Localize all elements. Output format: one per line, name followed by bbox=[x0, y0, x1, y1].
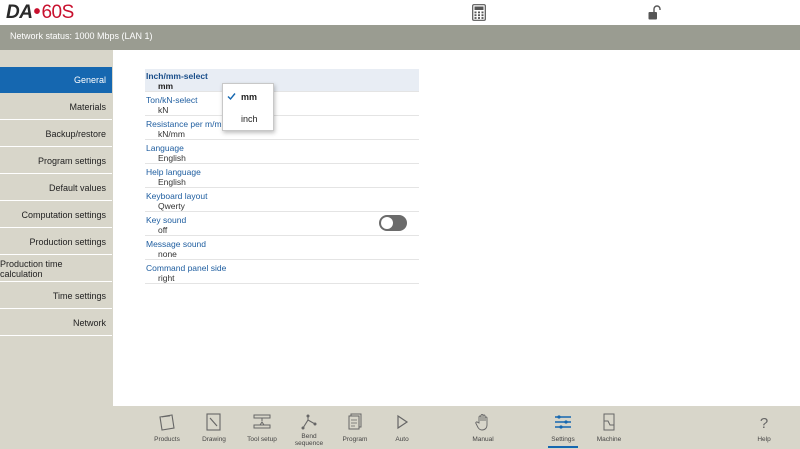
setting-resistance[interactable]: Resistance per m/mm kN/mm bbox=[145, 117, 419, 140]
nav-settings[interactable]: Settings bbox=[544, 406, 582, 449]
setting-value: English bbox=[158, 177, 186, 187]
sidebar-item-computation-settings[interactable]: Computation settings bbox=[0, 202, 112, 228]
nav-label: Settings bbox=[551, 436, 575, 443]
nav-products[interactable]: Products bbox=[147, 406, 187, 449]
sidebar-item-backup-restore[interactable]: Backup/restore bbox=[0, 121, 112, 147]
setting-label: Command panel side bbox=[146, 263, 227, 273]
nav-label: Auto bbox=[395, 436, 409, 443]
bend-sequence-icon bbox=[301, 414, 317, 430]
checkmark-icon bbox=[227, 93, 236, 101]
sidebar-item-time-settings[interactable]: Time settings bbox=[0, 283, 112, 309]
setting-message-sound[interactable]: Message sound none bbox=[145, 237, 419, 260]
unlock-icon[interactable] bbox=[648, 5, 661, 20]
setting-label: Resistance per m/mm bbox=[146, 119, 229, 129]
nav-machine[interactable]: Machine bbox=[592, 406, 626, 449]
setting-help-language[interactable]: Help language English bbox=[145, 165, 419, 188]
setting-value: mm bbox=[158, 81, 174, 91]
setting-key-sound[interactable]: Key sound off bbox=[145, 213, 419, 236]
setting-keyboard-layout[interactable]: Keyboard layout Qwerty bbox=[145, 189, 419, 212]
sidebar-item-materials[interactable]: Materials bbox=[0, 94, 112, 120]
settings-list-icon bbox=[555, 415, 571, 429]
nav-label: Drawing bbox=[202, 436, 226, 443]
nav-label-line2: sequence bbox=[294, 440, 324, 447]
setting-label: Message sound bbox=[146, 239, 207, 249]
setting-label: Key sound bbox=[146, 215, 187, 225]
sidebar-item-general[interactable]: General bbox=[0, 67, 112, 93]
setting-ton-kn[interactable]: Ton/kN-select kN bbox=[145, 93, 419, 116]
nav-program[interactable]: Program bbox=[337, 406, 373, 449]
app-window: DA • 60S Network status: 1000 Mbps (LAN … bbox=[0, 0, 800, 449]
setting-label: Language bbox=[146, 143, 184, 153]
nav-drawing[interactable]: Drawing bbox=[197, 406, 231, 449]
hand-icon bbox=[475, 414, 488, 431]
nav-bend-sequence[interactable]: Bend sequence bbox=[290, 406, 328, 449]
logo-dot: • bbox=[33, 1, 41, 23]
setting-value: English bbox=[158, 153, 186, 163]
setting-value: right bbox=[158, 273, 175, 283]
nav-help[interactable]: ? Help bbox=[750, 406, 778, 449]
dropdown-option-label: mm bbox=[241, 92, 258, 102]
nav-label: Program bbox=[342, 436, 368, 443]
setting-label: Help language bbox=[146, 167, 201, 177]
setting-command-panel-side[interactable]: Command panel side right bbox=[145, 261, 419, 284]
sidebar-item-default-values[interactable]: Default values bbox=[0, 175, 112, 201]
sidebar-item-production-settings[interactable]: Production settings bbox=[0, 229, 112, 255]
nav-label-line1: Bend bbox=[301, 433, 317, 440]
setting-value: off bbox=[158, 225, 168, 235]
nav-auto[interactable]: Auto bbox=[388, 406, 416, 449]
drawing-icon bbox=[206, 413, 221, 431]
program-icon bbox=[348, 413, 362, 430]
toggle-knob bbox=[381, 217, 393, 229]
nav-label: Manual bbox=[472, 436, 494, 443]
logo-brand: DA bbox=[6, 2, 33, 23]
sidebar-item-production-time-calculation[interactable]: Production time calculation bbox=[0, 256, 112, 282]
setting-label: Ton/kN-select bbox=[146, 95, 198, 105]
setting-value: Qwerty bbox=[158, 201, 185, 211]
help-icon: ? bbox=[760, 415, 768, 432]
nav-label: Products bbox=[154, 436, 180, 443]
setting-label: Keyboard layout bbox=[146, 191, 208, 201]
setting-inch-mm[interactable]: Inch/mm-select mm bbox=[145, 69, 419, 92]
nav-label: Tool setup bbox=[247, 436, 277, 443]
nav-tool-setup[interactable]: Tool setup bbox=[243, 406, 281, 449]
nav-manual[interactable]: Manual bbox=[467, 406, 499, 449]
sidebar-item-program-settings[interactable]: Program settings bbox=[0, 148, 112, 174]
settings-sidebar: General Materials Backup/restore Program… bbox=[0, 50, 113, 406]
products-icon bbox=[159, 414, 175, 431]
nav-label: Bend sequence bbox=[295, 433, 323, 447]
nav-label: Machine bbox=[596, 436, 622, 443]
setting-label: Inch/mm-select bbox=[146, 71, 208, 81]
dropdown-option-inch[interactable]: inch bbox=[223, 108, 273, 130]
auto-play-icon bbox=[397, 414, 409, 430]
network-status-text: Network status: 1000 Mbps (LAN 1) bbox=[10, 31, 153, 41]
settings-content: Inch/mm-select mm Ton/kN-select kN Resis… bbox=[113, 50, 800, 406]
setting-value: none bbox=[158, 249, 177, 259]
network-status-bar: Network status: 1000 Mbps (LAN 1) bbox=[0, 25, 800, 50]
sidebar-item-network[interactable]: Network bbox=[0, 310, 112, 336]
dropdown-option-mm[interactable]: mm bbox=[223, 86, 273, 108]
logo-model: 60S bbox=[41, 2, 74, 23]
unit-dropdown: mm inch bbox=[222, 83, 274, 131]
active-indicator bbox=[548, 446, 578, 448]
logo: DA • 60S bbox=[6, 2, 74, 24]
setting-value: kN bbox=[158, 105, 169, 115]
nav-label: Help bbox=[757, 436, 771, 443]
key-sound-toggle[interactable] bbox=[379, 215, 407, 231]
setting-value: kN/mm bbox=[158, 129, 185, 139]
machine-icon bbox=[603, 413, 615, 431]
dropdown-option-label: inch bbox=[241, 114, 258, 124]
top-bar: DA • 60S bbox=[0, 0, 800, 25]
bottom-toolbar: Products Drawing Tool setup Bend sequenc… bbox=[0, 406, 800, 449]
tool-setup-icon bbox=[253, 414, 271, 429]
svg-text:?: ? bbox=[760, 415, 768, 432]
calculator-icon[interactable] bbox=[472, 4, 486, 21]
setting-language[interactable]: Language English bbox=[145, 141, 419, 164]
